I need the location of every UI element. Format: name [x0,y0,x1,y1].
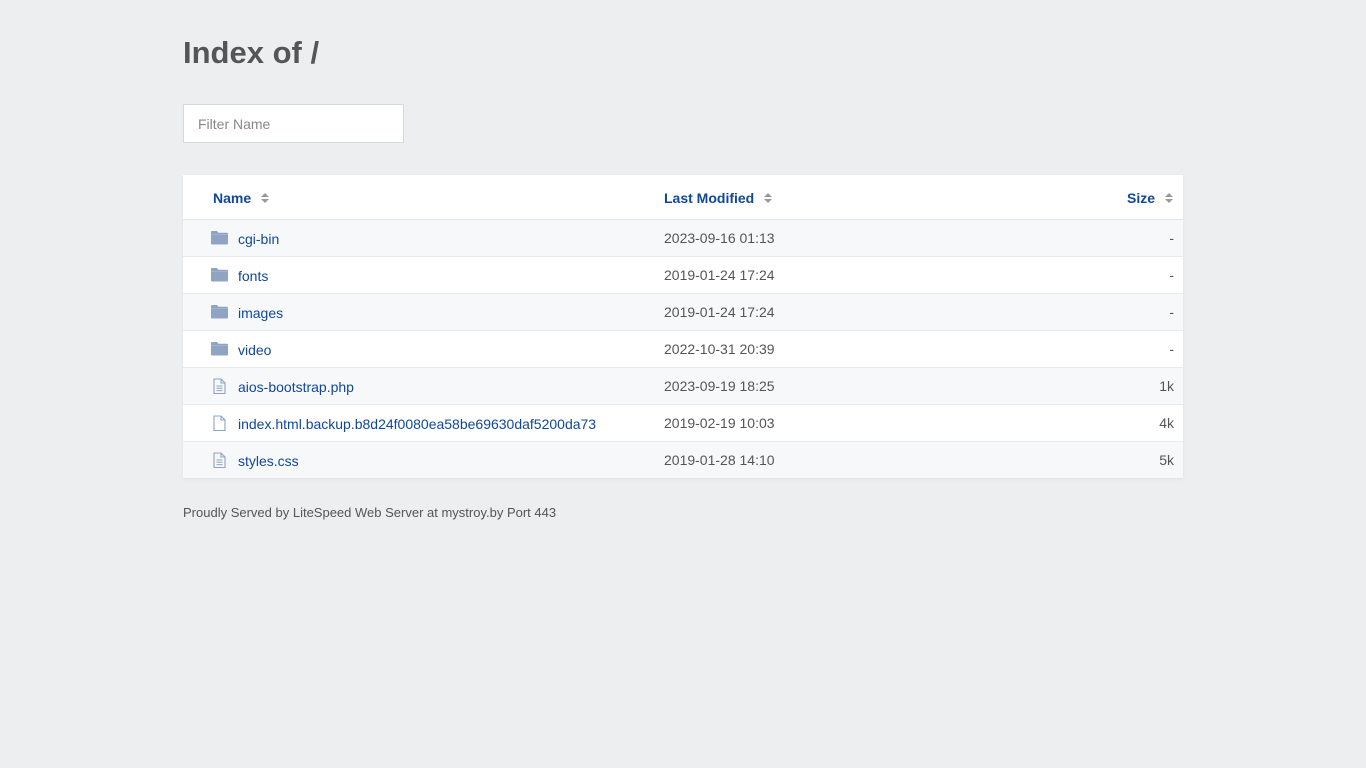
last-modified-cell: 2019-01-24 17:24 [664,267,775,283]
folder-icon [211,230,228,245]
text-file-icon [211,378,228,395]
file-link[interactable]: images [238,305,283,321]
table-row: index.html.backup.b8d24f0080ea58be69630d… [183,405,1183,442]
sort-icon [261,193,270,205]
table-body: cgi-bin 2023-09-16 01:13 - fonts 2019-01-24 … [183,220,1183,478]
file-link[interactable]: styles.css [238,453,299,469]
table-row: images 2019-01-24 17:24 - [183,294,1183,331]
file-link[interactable]: cgi-bin [238,231,279,247]
last-modified-cell: 2019-01-24 17:24 [664,304,775,320]
folder-icon [211,267,228,282]
folder-icon [211,341,228,356]
table-row: video 2022-10-31 20:39 - [183,331,1183,368]
sort-by-name-header[interactable]: Name [213,190,270,206]
table-row: aios-bootstrap.php 2023-09-19 18:25 1k [183,368,1183,405]
file-link[interactable]: fonts [238,268,268,284]
last-modified-cell: 2019-01-28 14:10 [664,452,775,468]
server-footer: Proudly Served by LiteSpeed Web Server a… [183,505,557,520]
folder-icon [211,304,228,319]
sort-icon [764,193,773,205]
sort-by-size-header[interactable]: Size [1127,190,1173,206]
file-link[interactable]: index.html.backup.b8d24f0080ea58be69630d… [238,416,596,432]
table-row: fonts 2019-01-24 17:24 - [183,257,1183,294]
size-cell: - [1169,341,1174,357]
last-modified-cell: 2023-09-16 01:13 [664,230,775,246]
file-link[interactable]: video [238,342,271,358]
last-modified-cell: 2023-09-19 18:25 [664,378,775,394]
file-link[interactable]: aios-bootstrap.php [238,379,354,395]
modified-column-label: Last Modified [664,190,755,206]
size-cell: 5k [1159,452,1174,468]
last-modified-cell: 2022-10-31 20:39 [664,341,775,357]
table-row: styles.css 2019-01-28 14:10 5k [183,442,1183,478]
page-title: Index of / [183,35,320,70]
table-row: cgi-bin 2023-09-16 01:13 - [183,220,1183,257]
size-cell: 4k [1159,415,1174,431]
size-cell: 1k [1159,378,1174,394]
sort-icon [1165,193,1173,205]
table-header: Name Last Modified Size [183,175,1183,220]
size-column-label: Size [1126,190,1155,206]
file-icon [211,415,228,432]
size-cell: - [1169,304,1174,320]
sort-by-modified-header[interactable]: Last Modified [664,190,773,206]
filter-name-input[interactable] [183,104,404,143]
size-cell: - [1169,267,1174,283]
name-column-label: Name [213,190,252,206]
size-cell: - [1169,230,1174,246]
last-modified-cell: 2019-02-19 10:03 [664,415,775,431]
text-file-icon [211,452,228,469]
file-table: Name Last Modified Size cgi-bin 2023-09-1… [183,175,1183,478]
